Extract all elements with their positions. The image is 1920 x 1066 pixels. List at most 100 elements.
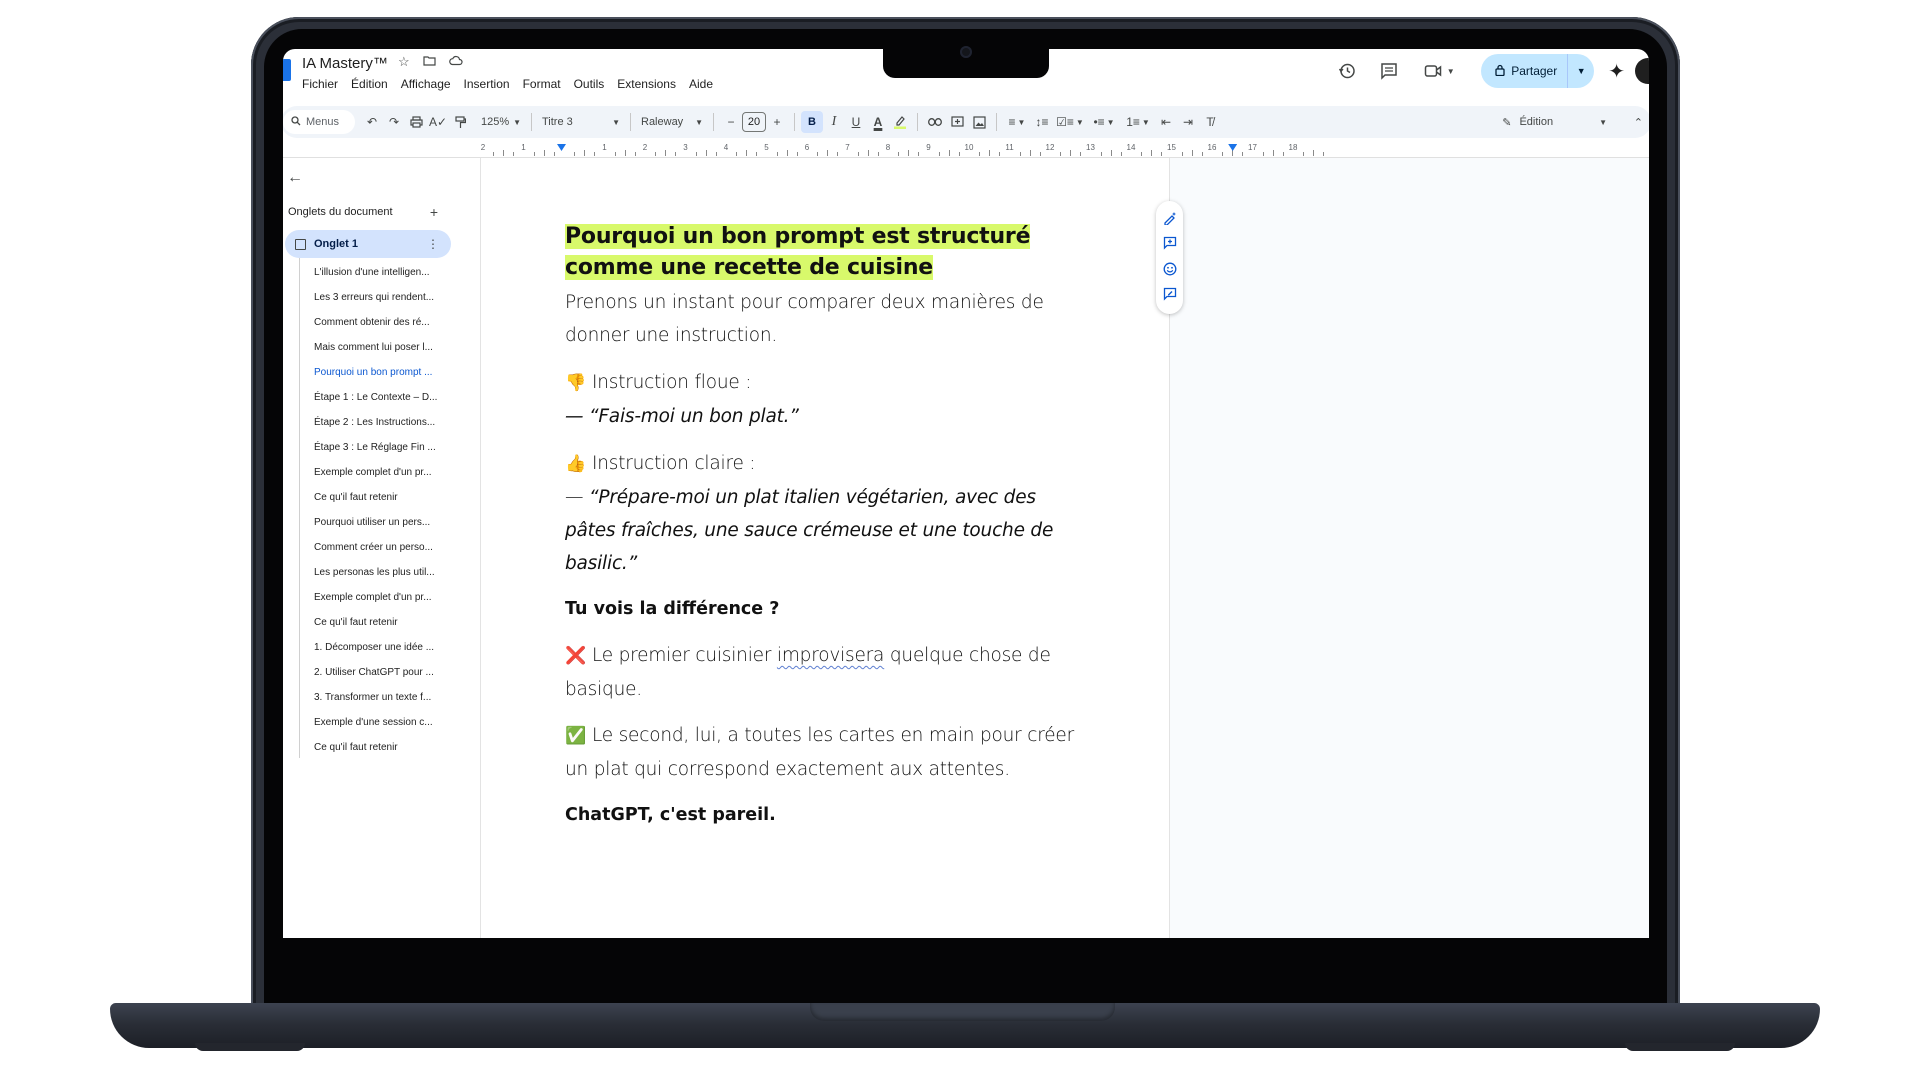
toolbar-divider <box>630 113 631 131</box>
outline-item[interactable]: 3. Transformer un texte f... <box>314 685 446 710</box>
font-size-input[interactable]: 20 <box>742 112 766 132</box>
tab-onglet-1[interactable]: Onglet 1 ⋮ <box>285 230 451 258</box>
outline-item[interactable]: L'illusion d'une intelligen... <box>314 260 446 285</box>
cloud-status-icon[interactable] <box>448 54 463 70</box>
outline-item[interactable]: Ce qu'il faut retenir <box>314 485 446 510</box>
share-main[interactable]: Partager <box>1481 54 1569 88</box>
docs-logo-icon[interactable] <box>283 59 291 81</box>
undo-icon[interactable]: ↶ <box>361 110 383 134</box>
intro-paragraph: Prenons un instant pour comparer deux ma… <box>565 292 1044 346</box>
ruler-tick <box>867 150 869 156</box>
move-folder-icon[interactable] <box>423 54 436 70</box>
toolbar-divider <box>531 113 532 131</box>
outline-item[interactable]: Exemple complet d'un pr... <box>314 585 446 610</box>
outline-item[interactable]: Comment obtenir des ré... <box>314 310 446 335</box>
more-options-icon[interactable]: ⋮ <box>427 237 439 251</box>
bold-icon[interactable]: B <box>801 111 823 133</box>
document-content[interactable]: Pourquoi un bon prompt est structuré com… <box>565 221 1085 832</box>
outline-item[interactable]: Ce qu'il faut retenir <box>314 735 446 760</box>
increase-font-size-icon[interactable]: + <box>766 110 788 134</box>
insert-image-icon[interactable] <box>968 110 990 134</box>
add-comment-icon[interactable] <box>946 110 968 134</box>
link-icon[interactable] <box>924 110 946 134</box>
outline-item[interactable]: Pourquoi un bon prompt ... <box>314 360 446 385</box>
decrease-indent-icon[interactable]: ⇤ <box>1155 110 1177 134</box>
checklist-icon[interactable]: ☑≡ ▼ <box>1053 110 1087 134</box>
right-indent-marker[interactable] <box>1228 144 1238 151</box>
outline-item[interactable]: Exemple complet d'un pr... <box>314 460 446 485</box>
version-history-icon[interactable] <box>1335 59 1359 83</box>
menu-extensions[interactable]: Extensions <box>617 77 676 91</box>
menu-affichage[interactable]: Affichage <box>401 77 451 91</box>
paragraph-style-select[interactable]: Titre 3 ▼ <box>538 110 624 134</box>
ruler-tick <box>665 150 667 156</box>
redo-icon[interactable]: ↷ <box>383 110 405 134</box>
text-color-icon[interactable]: A <box>867 110 889 134</box>
bulleted-list-icon[interactable]: •≡ ▼ <box>1087 110 1121 134</box>
menu-search[interactable]: Menus <box>283 110 355 134</box>
editing-mode-select[interactable]: ✎ Édition ▼ <box>1502 116 1607 129</box>
outline-item[interactable]: Étape 3 : Le Réglage Fin ... <box>314 435 446 460</box>
meet-icon[interactable]: ▼ <box>1419 59 1459 83</box>
help-me-write-icon[interactable] <box>1163 211 1177 228</box>
outline-item[interactable]: Comment créer un perso... <box>314 535 446 560</box>
spelling-suggestion[interactable]: improvisera <box>777 645 884 666</box>
menu-edition[interactable]: Édition <box>351 77 388 91</box>
outline-item[interactable]: 2. Utiliser ChatGPT pour ... <box>314 660 446 685</box>
gemini-icon[interactable]: ✦ <box>1608 59 1625 84</box>
ruler-tick <box>918 152 920 156</box>
collapse-menus-icon[interactable]: ⌃ <box>1634 110 1643 134</box>
back-arrow-icon[interactable]: ← <box>287 169 303 187</box>
second-cook-paragraph: ✅ Le second, lui, a toutes les cartes en … <box>565 719 1085 786</box>
print-icon[interactable] <box>405 110 427 134</box>
outline-item[interactable]: Exemple d'une session c... <box>314 710 446 735</box>
ruler-tick <box>877 152 879 156</box>
clear-formatting-icon[interactable]: T̸ <box>1199 110 1221 134</box>
add-tab-icon[interactable]: + <box>430 204 438 220</box>
numbered-list-icon[interactable]: 1≡ ▼ <box>1121 110 1155 134</box>
menu-outils[interactable]: Outils <box>574 77 605 91</box>
document-title[interactable]: IA Mastery™ <box>302 55 388 72</box>
share-button[interactable]: Partager ▼ <box>1481 54 1595 88</box>
menu-search-placeholder: Menus <box>306 116 340 128</box>
menu-fichier[interactable]: Fichier <box>302 77 338 91</box>
outline-item[interactable]: Étape 2 : Les Instructions... <box>314 410 446 435</box>
share-dropdown-icon[interactable]: ▼ <box>1568 66 1594 76</box>
document-page[interactable]: Pourquoi un bon prompt est structuré com… <box>482 158 1183 938</box>
suggest-edits-icon[interactable] <box>1163 287 1177 304</box>
ruler-tick <box>958 152 960 156</box>
underline-icon[interactable]: U <box>845 110 867 134</box>
menu-insertion[interactable]: Insertion <box>464 77 510 91</box>
line-spacing-icon[interactable]: ↕≡ <box>1031 110 1053 134</box>
outline-item[interactable]: Mais comment lui poser l... <box>314 335 446 360</box>
outline-item[interactable]: Ce qu'il faut retenir <box>314 610 446 635</box>
ruler-track[interactable]: 2 1 1 2 3 4 5 6 7 8 9 10 11 12 13 14 15 16 17 18 <box>481 142 1424 158</box>
menu-bar: Fichier Édition Affichage Insertion Form… <box>302 77 713 91</box>
align-icon[interactable]: ≡ ▼ <box>1003 110 1031 134</box>
sidebar-header: Onglets du document + <box>288 204 438 220</box>
ruler-tick <box>624 150 626 156</box>
outline-item[interactable]: 1. Décomposer une idée ... <box>314 635 446 660</box>
clear-instruction-label: 👍 Instruction claire : <box>565 447 1085 481</box>
add-comment-icon[interactable] <box>1163 236 1177 253</box>
outline-item[interactable]: Les personas les plus util... <box>314 560 446 585</box>
formatting-toolbar: Menus ↶ ↷ A✓ 125% ▼ Titre 3 ▼ Raleway ▼ − 2… <box>283 106 1649 138</box>
outline-item[interactable]: Les 3 erreurs qui rendent... <box>314 285 446 310</box>
comments-icon[interactable] <box>1377 59 1401 83</box>
decrease-font-size-icon[interactable]: − <box>720 110 742 134</box>
menu-aide[interactable]: Aide <box>689 77 713 91</box>
paint-format-icon[interactable] <box>449 110 471 134</box>
increase-indent-icon[interactable]: ⇥ <box>1177 110 1199 134</box>
font-family-select[interactable]: Raleway ▼ <box>637 110 707 134</box>
emoji-reaction-icon[interactable] <box>1163 262 1177 279</box>
left-indent-marker[interactable] <box>557 144 566 151</box>
zoom-select[interactable]: 125% ▼ <box>477 110 525 134</box>
avatar[interactable] <box>1635 58 1649 84</box>
outline-item[interactable]: Pourquoi utiliser un pers... <box>314 510 446 535</box>
star-icon[interactable]: ☆ <box>398 54 410 70</box>
spellcheck-icon[interactable]: A✓ <box>427 110 449 134</box>
italic-icon[interactable]: I <box>823 110 845 134</box>
outline-item[interactable]: Étape 1 : Le Contexte – D... <box>314 385 446 410</box>
highlight-color-icon[interactable] <box>889 110 911 134</box>
menu-format[interactable]: Format <box>523 77 561 91</box>
